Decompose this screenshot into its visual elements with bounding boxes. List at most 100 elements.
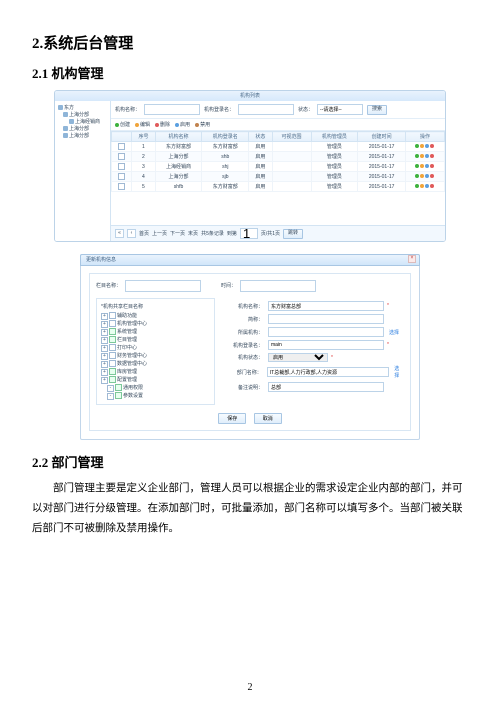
org-tree[interactable]: 东方 上海分部 上海经销商 上海分部 上海分部 <box>55 101 111 241</box>
short-name-input[interactable] <box>268 314 384 324</box>
row-checkbox[interactable] <box>118 153 125 160</box>
checkbox[interactable] <box>109 328 116 335</box>
search-login[interactable] <box>238 104 294 115</box>
action-icon[interactable] <box>420 154 424 158</box>
checkbox[interactable] <box>115 384 122 391</box>
dept-input[interactable] <box>267 367 389 377</box>
table-cell: 2 <box>132 152 155 162</box>
expand-icon[interactable]: + <box>101 369 108 376</box>
row-actions <box>405 152 444 162</box>
save-button[interactable]: 保存 <box>218 413 246 424</box>
tree-item[interactable]: +打印中心 <box>101 344 210 352</box>
action-icon[interactable] <box>425 154 429 158</box>
collapse-icon[interactable]: - <box>107 385 114 392</box>
action-icon[interactable] <box>430 164 434 168</box>
action-icon[interactable] <box>430 144 434 148</box>
delete-button[interactable]: 删除 <box>155 121 170 128</box>
action-icon[interactable] <box>415 154 419 158</box>
action-icon[interactable] <box>420 174 424 178</box>
tree-item[interactable]: -通用权限 <box>101 384 210 392</box>
expand-icon[interactable]: + <box>101 313 108 320</box>
choose-dept-link[interactable]: 选择 <box>394 365 404 379</box>
checkbox[interactable] <box>109 320 116 327</box>
expand-icon[interactable]: + <box>101 329 108 336</box>
checkbox[interactable] <box>109 352 116 359</box>
status-select[interactable]: 启用 <box>268 353 328 362</box>
action-icon[interactable] <box>430 154 434 158</box>
row-checkbox[interactable] <box>118 143 125 150</box>
org-name-input[interactable] <box>268 301 384 311</box>
table-row[interactable]: 4上海分部sjb启用管理员2015-01-17 <box>112 172 445 182</box>
expand-icon[interactable]: + <box>101 321 108 328</box>
tree-item[interactable]: +辅助功能 <box>101 312 210 320</box>
action-icon[interactable] <box>420 184 424 188</box>
expand-icon[interactable]: + <box>101 377 108 384</box>
cancel-button[interactable]: 取消 <box>254 413 282 424</box>
row-checkbox[interactable] <box>118 163 125 170</box>
action-icon[interactable] <box>420 164 424 168</box>
action-icon[interactable] <box>425 184 429 188</box>
tree-item[interactable]: +数据管理中心 <box>101 360 210 368</box>
login-name-input[interactable] <box>268 340 384 350</box>
action-icon[interactable] <box>425 174 429 178</box>
tree-item[interactable]: +财务管理中心 <box>101 352 210 360</box>
tree-item[interactable]: +配置管理 <box>101 376 210 384</box>
search-org-name[interactable] <box>144 104 200 115</box>
action-icon[interactable] <box>420 144 424 148</box>
checkbox[interactable] <box>109 360 116 367</box>
table-row[interactable]: 2上海分部shb启用管理员2015-01-17 <box>112 152 445 162</box>
search-status[interactable] <box>317 104 363 115</box>
checkbox[interactable] <box>109 336 116 343</box>
pager-label: 末页 <box>188 230 198 237</box>
table-row[interactable]: 1东方财富部东方财富部启用管理员2015-01-17 <box>112 142 445 152</box>
tree-item[interactable]: -参数设置 <box>101 392 210 400</box>
tree-item[interactable]: +机构管理中心 <box>101 320 210 328</box>
tree-item[interactable]: +库房管理 <box>101 368 210 376</box>
action-icon[interactable] <box>415 144 419 148</box>
checkbox[interactable] <box>115 392 122 399</box>
folder-icon <box>63 112 68 117</box>
checkbox[interactable] <box>109 376 116 383</box>
checkbox[interactable] <box>109 312 116 319</box>
expand-icon[interactable]: + <box>101 353 108 360</box>
tree-item[interactable]: +栏目管理 <box>101 336 210 344</box>
tree-item[interactable]: 上海分部 <box>69 126 89 132</box>
disable-button[interactable]: 禁用 <box>195 121 210 128</box>
checkbox[interactable] <box>109 344 116 351</box>
action-icon[interactable] <box>415 184 419 188</box>
action-icon[interactable] <box>430 184 434 188</box>
remark-input[interactable] <box>268 382 384 392</box>
pager-page-input[interactable] <box>240 228 258 239</box>
checkbox[interactable] <box>109 368 116 375</box>
tree-item[interactable]: 上海分部 <box>69 133 89 139</box>
action-icon[interactable] <box>430 174 434 178</box>
row-checkbox[interactable] <box>118 183 125 190</box>
table-row[interactable]: 3上海经销商shj启用管理员2015-01-17 <box>112 162 445 172</box>
collapse-icon[interactable]: - <box>107 393 114 400</box>
time-input[interactable] <box>240 280 316 292</box>
action-icon[interactable] <box>425 144 429 148</box>
tree-item[interactable]: +系统管理 <box>101 328 210 336</box>
choose-parent-link[interactable]: 选择 <box>389 329 399 336</box>
parent-org-input[interactable] <box>268 327 384 337</box>
action-icon[interactable] <box>415 164 419 168</box>
pager-first[interactable]: « <box>115 229 124 238</box>
tree-item[interactable]: 上海分部 <box>69 112 89 118</box>
search-button[interactable]: 搜索 <box>367 105 387 115</box>
enable-button[interactable]: 启用 <box>175 121 190 128</box>
column-name-input[interactable] <box>125 280 201 292</box>
table-row[interactable]: 5shfb东方财富部启用管理员2015-01-17 <box>112 182 445 192</box>
tree-item[interactable]: 上海经销商 <box>75 119 100 125</box>
expand-icon[interactable]: + <box>101 345 108 352</box>
edit-button[interactable]: 编辑 <box>135 121 150 128</box>
tree-root[interactable]: 东方 <box>64 105 74 111</box>
row-checkbox[interactable] <box>118 173 125 180</box>
create-button[interactable]: 创建 <box>115 121 130 128</box>
action-icon[interactable] <box>425 164 429 168</box>
expand-icon[interactable]: + <box>101 361 108 368</box>
pager-go[interactable]: 跳转 <box>283 229 303 239</box>
action-icon[interactable] <box>415 174 419 178</box>
pager-prev[interactable]: ‹ <box>127 229 136 238</box>
close-icon[interactable]: × <box>408 255 416 263</box>
expand-icon[interactable]: + <box>101 337 108 344</box>
